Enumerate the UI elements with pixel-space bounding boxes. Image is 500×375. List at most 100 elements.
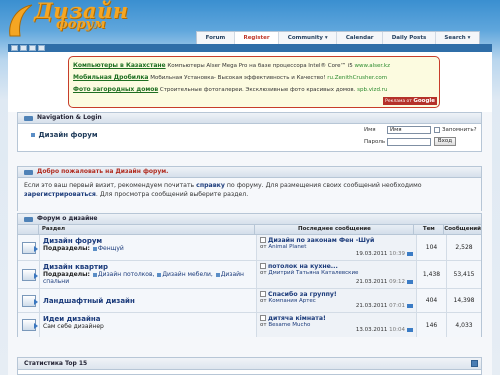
subforum-link[interactable]: Дизайн потолков, <box>98 271 155 278</box>
subforum-link[interactable]: Дизайн мебели, <box>162 271 212 278</box>
faq-link[interactable]: справку <box>196 182 225 189</box>
tab-forum[interactable]: Forum <box>197 32 235 44</box>
forums-box: Форум о дизайне Раздел Последнее сообщен… <box>17 213 482 337</box>
last-post-title[interactable]: дитяча кімната! <box>260 315 413 322</box>
last-post-date: 21.03.2011 09:12 <box>356 279 413 285</box>
posts-count: 2,528 <box>455 244 473 251</box>
last-post-by-prefix: от <box>260 298 267 304</box>
register-link[interactable]: зарегистрироваться <box>24 191 96 198</box>
forum-status-icon <box>21 241 38 254</box>
last-post-title-text[interactable]: дитяча кімната! <box>268 315 326 322</box>
col-icon <box>18 225 39 234</box>
bookmark-icon[interactable] <box>38 45 45 51</box>
post-icon <box>260 237 266 243</box>
posts-count: 14,398 <box>453 297 475 304</box>
forum-row: Ландшафтный дизайн Спасибо за группу! от… <box>18 289 481 313</box>
last-post-user[interactable]: Компания Артес <box>268 298 315 304</box>
forum-row: Идеи дизайна Сам себе дизайнер дитяча кі… <box>18 313 481 337</box>
ad-row[interactable]: Компьютеры в Казахстане Компьютеры Alser… <box>73 60 435 72</box>
navigation-login-box: Navigation & Login Дизайн форум Имя Имя … <box>17 112 482 152</box>
last-post-title[interactable]: Дизайн по законам Фен -Шуй <box>260 237 413 244</box>
subforum-icon <box>157 272 162 277</box>
go-to-last-post-icon[interactable] <box>407 327 413 332</box>
subforum-icon <box>92 272 97 277</box>
last-post-user[interactable]: Дмитрий Татьяна Каталевские <box>268 270 358 276</box>
ad-box: Компьютеры в Казахстане Компьютеры Alser… <box>68 56 440 108</box>
forum-title[interactable]: Ландшафтный дизайн <box>43 297 135 305</box>
ad-url[interactable]: ru.ZenithCrusher.com <box>327 75 387 81</box>
last-post-by-prefix: от <box>260 270 267 276</box>
last-post-user[interactable]: Besame Mucho <box>268 322 310 328</box>
welcome-text-3: . Для просмотра сообщений выберите разде… <box>95 191 249 198</box>
welcome-text-2: по форуму. Для размещения своих сообщени… <box>224 182 422 189</box>
forum-title[interactable]: Дизайн квартир <box>43 263 253 271</box>
ad-desc: Строительные фотогалереи. Эксклюзивные ф… <box>158 87 358 93</box>
forum-status-icon <box>21 268 38 281</box>
last-post-title-text[interactable]: Спасибо за группу! <box>268 291 337 298</box>
collapse-icon[interactable] <box>471 360 478 367</box>
tab-search[interactable]: Search ▾ <box>436 32 479 44</box>
welcome-text-1: Если это ваш первый визит, рекомендуем п… <box>24 182 197 189</box>
breadcrumb: Дизайн форум <box>30 131 98 139</box>
last-post-author: от Animal Planet <box>260 244 413 250</box>
col-last-post: Последнее сообщение <box>255 225 415 234</box>
go-to-last-post-icon[interactable] <box>407 279 413 284</box>
tab-calendar[interactable]: Calendar <box>337 32 384 44</box>
ad-title[interactable]: Компьютеры в Казахстане <box>73 62 166 69</box>
forums-table-header: Раздел Последнее сообщение Тем Сообщений <box>18 225 481 235</box>
welcome-title: Добро пожаловать на Дизайн форум. <box>37 168 169 175</box>
login-button[interactable]: Вход <box>434 137 456 146</box>
forum-status-icon <box>21 294 38 307</box>
last-post-title-text[interactable]: Дизайн по законам Фен -Шуй <box>268 237 374 244</box>
site-logo[interactable]: Дизайн форум <box>6 0 156 44</box>
last-post-time: 09:12 <box>389 279 405 285</box>
ad-url[interactable]: www.alser.kz <box>355 63 390 69</box>
last-post-time: 07:01 <box>389 303 405 309</box>
go-to-last-post-icon[interactable] <box>407 251 413 256</box>
last-post-cell: потолок на кухне... от Дмитрий Татьяна К… <box>257 261 417 288</box>
ad-area: Компьютеры в Казахстане Компьютеры Alser… <box>8 52 492 112</box>
welcome-header: Добро пожаловать на Дизайн форум. <box>18 167 481 178</box>
home-icon[interactable] <box>11 45 18 51</box>
forum-title[interactable]: Дизайн форум <box>43 237 253 245</box>
ads-by-google-badge[interactable]: Реклама от Google <box>383 97 437 105</box>
rss-icon[interactable] <box>29 45 36 51</box>
ad-row[interactable]: Мобильная Дробилка Мобильная Установка- … <box>73 72 435 84</box>
subforums: Подразделы: Дизайн потолков, Дизайн мебе… <box>43 271 253 285</box>
last-post-date-text: 19.03.2011 <box>355 251 388 257</box>
last-post-user[interactable]: Animal Planet <box>268 244 306 250</box>
posts-count: 53,415 <box>453 271 475 278</box>
go-to-last-post-icon[interactable] <box>407 303 413 308</box>
edit-icon[interactable] <box>20 45 27 51</box>
last-post-title[interactable]: Спасибо за группу! <box>260 291 413 298</box>
tab-community[interactable]: Community ▾ <box>279 32 338 44</box>
col-topics: Тем <box>414 225 445 234</box>
subforums-label: Подразделы: <box>43 245 90 252</box>
tab-daily-posts[interactable]: Daily Posts <box>383 32 436 44</box>
forum-cell: Дизайн форум Подразделы: Фенщуй <box>39 235 257 260</box>
password-field[interactable] <box>387 138 431 146</box>
last-post-title[interactable]: потолок на кухне... <box>260 263 413 270</box>
section-tag-icon <box>24 169 33 175</box>
ad-title[interactable]: Мобильная Дробилка <box>73 74 148 81</box>
navigation-login-title: Navigation & Login <box>37 114 102 121</box>
forum-row: Дизайн форум Подразделы: Фенщуй Дизайн п… <box>18 235 481 261</box>
ad-desc: Компьютеры Alser Mega Pro на базе процес… <box>165 63 355 69</box>
password-label: Пароль <box>364 139 386 145</box>
topics-count: 146 <box>417 313 447 337</box>
navigation-login-header: Navigation & Login <box>18 113 481 124</box>
last-post-cell: Спасибо за группу! от Компания Артес 21.… <box>257 289 417 312</box>
ad-url[interactable]: spb.vizd.ru <box>357 87 387 93</box>
ad-title[interactable]: Фото загородных домов <box>73 86 158 93</box>
forum-title[interactable]: Идеи дизайна <box>43 315 253 323</box>
tab-register[interactable]: Register <box>234 32 280 44</box>
remember-checkbox[interactable] <box>434 127 440 133</box>
subforums-label: Подразделы: <box>43 271 90 278</box>
col-posts: Сообщений <box>444 226 481 232</box>
username-field[interactable]: Имя <box>387 126 431 134</box>
page-title[interactable]: Дизайн форум <box>38 131 97 139</box>
last-post-date: 19.03.2011 10:39 <box>356 251 413 257</box>
ad-row[interactable]: Фото загородных домов Строительные фотог… <box>73 84 435 96</box>
subforum-link[interactable]: Фенщуй <box>98 245 124 252</box>
last-post-title-text[interactable]: потолок на кухне... <box>268 263 338 270</box>
